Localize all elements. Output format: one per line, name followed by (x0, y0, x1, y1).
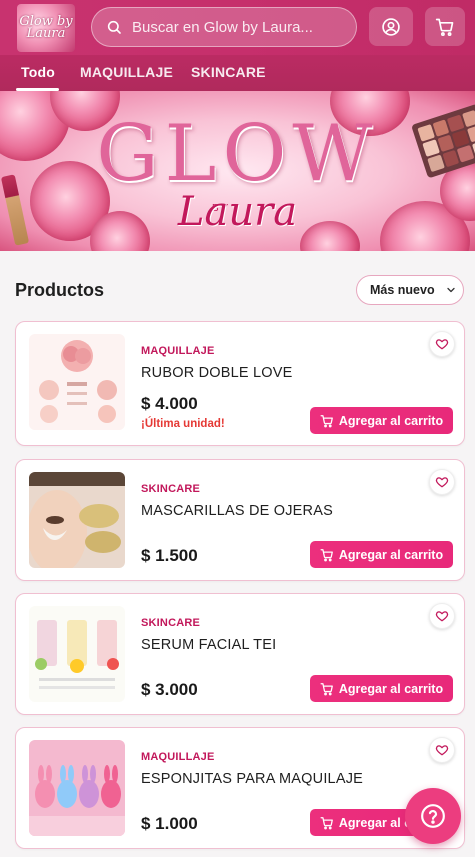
add-to-cart-label: Agregar al carrito (338, 413, 444, 428)
product-card[interactable]: MAQUILLAJE ESPONJITAS PARA MAQUILAJE $ 1… (15, 727, 465, 849)
product-category: SKINCARE (141, 617, 201, 629)
product-price: $ 1.500 (141, 546, 198, 565)
product-price: $ 1.000 (141, 814, 198, 833)
product-category: SKINCARE (141, 483, 201, 495)
product-price: $ 3.000 (141, 680, 198, 699)
tab-skincare[interactable]: SKINCARE (191, 64, 266, 80)
brand-logo[interactable]: Glow by Laura (17, 4, 75, 52)
chevron-down-icon (446, 287, 455, 293)
help-button[interactable] (405, 788, 461, 844)
banner-subtitle: Laura (177, 189, 298, 235)
search-icon (107, 20, 121, 34)
heart-icon (435, 477, 449, 488)
product-card[interactable]: SKINCARE SERUM FACIAL TEI $ 3.000 Agrega… (15, 593, 465, 715)
add-to-cart-button[interactable]: Agregar al carrito (310, 407, 453, 434)
favorite-button[interactable] (429, 737, 455, 763)
help-icon (421, 804, 445, 828)
product-image[interactable] (29, 606, 125, 702)
stock-warning: ¡Última unidad! (141, 418, 225, 430)
tab-todo[interactable]: Todo (21, 64, 55, 80)
product-category: MAQUILLAJE (141, 345, 215, 357)
add-to-cart-label: Agregar al carrito (338, 681, 444, 696)
sort-dropdown[interactable]: Más nuevo (356, 275, 464, 305)
category-nav: Todo MAQUILLAJE SKINCARE (0, 55, 475, 91)
product-name[interactable]: ESPONJITAS PARA MAQUILAJE (141, 771, 363, 787)
banner-title: GLOW (96, 109, 379, 199)
add-to-cart-label: Agregar al carrito (338, 547, 444, 562)
heart-icon (435, 745, 449, 756)
sort-label: Más nuevo (370, 283, 435, 297)
favorite-button[interactable] (429, 331, 455, 357)
product-name[interactable]: SERUM FACIAL TEI (141, 637, 276, 653)
product-name[interactable]: RUBOR DOBLE LOVE (141, 365, 292, 381)
cart-icon (320, 414, 333, 427)
heart-icon (435, 339, 449, 350)
product-image[interactable] (29, 334, 125, 430)
search-input[interactable] (132, 18, 332, 36)
products-section-title: Productos (15, 280, 105, 300)
product-category: MAQUILLAJE (141, 751, 215, 763)
cart-icon (435, 18, 454, 36)
product-card[interactable]: MAQUILLAJE RUBOR DOBLE LOVE $ 4.000 ¡Últ… (15, 321, 465, 446)
add-to-cart-button[interactable]: Agregar al carrito (310, 675, 453, 702)
heart-icon (435, 611, 449, 622)
favorite-button[interactable] (429, 603, 455, 629)
tab-maquillaje[interactable]: MAQUILLAJE (80, 64, 173, 80)
cart-icon (320, 682, 333, 695)
product-name[interactable]: MASCARILLAS DE OJERAS (141, 503, 333, 519)
product-price: $ 4.000 (141, 394, 198, 413)
cart-button[interactable] (425, 7, 465, 46)
hero-banner: GLOW BY Laura (0, 91, 475, 251)
product-image[interactable] (29, 472, 125, 568)
cart-icon (320, 816, 333, 829)
app-header: Glow by Laura (0, 0, 475, 55)
cart-icon (320, 548, 333, 561)
brand-logo-text: Glow by Laura (19, 14, 73, 41)
product-image[interactable] (29, 740, 125, 836)
product-card[interactable]: SKINCARE MASCARILLAS DE OJERAS $ 1.500 A… (15, 459, 465, 581)
favorite-button[interactable] (429, 469, 455, 495)
search-bar[interactable] (91, 7, 357, 47)
account-button[interactable] (369, 7, 413, 46)
user-icon (382, 17, 400, 36)
add-to-cart-button[interactable]: Agregar al carrito (310, 541, 453, 568)
